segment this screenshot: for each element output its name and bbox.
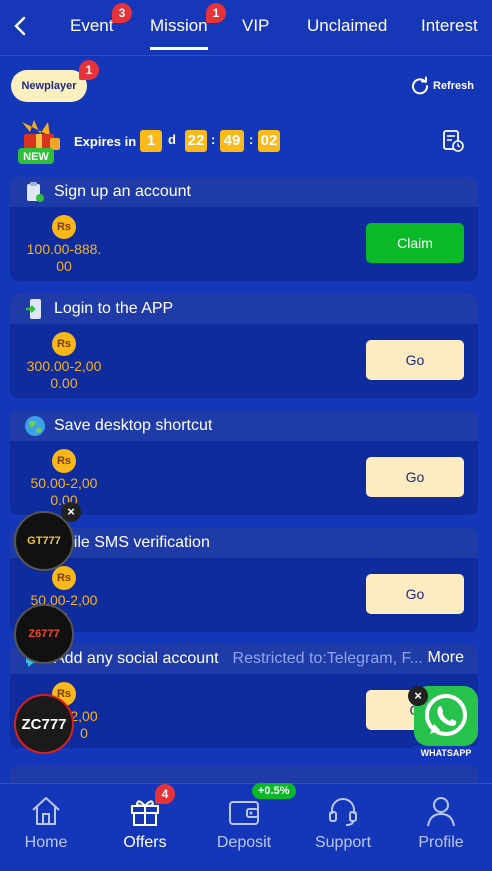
timer-day-unit: d [168,132,176,147]
ad-logo-text: Z6777 [28,628,60,640]
nav-offers-label: Offers [123,834,167,851]
mission-title: Login to the APP [54,300,174,317]
nav-deposit-label: Deposit [216,834,272,851]
mission-card-header: obile SMS verification [10,528,478,558]
clipboard-icon [27,182,44,202]
tab-event-badge: 3 [112,3,132,23]
mission-card-signup: Sign up an account Rs 100.00-888. 00 Cla… [10,177,478,281]
globe-icon [25,416,45,436]
close-whatsapp-button[interactable]: × [408,686,428,706]
reward-amount-line2: 00 [56,258,72,274]
tab-interest-label: Interest [421,16,478,35]
reward-amount-line2: 0.00 [50,375,78,391]
mission-card-desktop-shortcut: Save desktop shortcut Rs 50.00-2,00 0.00… [10,411,478,515]
claim-button[interactable]: Claim [366,223,464,263]
top-tab-bar: Event 3 Mission 1 VIP Unclaimed Interest [0,0,492,56]
mission-card-header: Sign up an account [10,177,478,207]
tab-event[interactable]: Event 3 [70,3,132,36]
nav-offers[interactable]: Offers 4 [105,784,185,852]
go-button[interactable]: Go [366,574,464,614]
mission-card-header: Save desktop shortcut [10,411,478,441]
reward-amount-line1: 100.00-888. [26,241,102,257]
mission-title: Add any social account [54,650,219,667]
timer-sep: : [211,132,216,147]
mission-title: Save desktop shortcut [54,417,213,434]
home-icon [32,797,60,825]
tab-mission-label: Mission [150,16,208,35]
refresh-button[interactable]: Refresh [410,76,474,96]
whatsapp-label: WHATSAPP [420,748,472,758]
gift-box-icon: NEW [18,120,60,164]
timer-sep: : [249,132,254,147]
tab-mission[interactable]: Mission 1 [150,3,226,50]
nav-support[interactable]: Support [303,794,383,852]
go-button[interactable]: Go [366,457,464,497]
mission-card-header: Add any social account Restricted to:Tel… [10,644,478,674]
more-link[interactable]: More [428,649,464,667]
newplayer-label: Newplayer [21,80,77,92]
floating-ad-z6777[interactable]: Z6777 [14,604,74,664]
newplayer-badge: 1 [79,60,99,80]
nav-home-label: Home [24,834,68,851]
tab-mission-badge: 1 [206,3,226,23]
mission-title: obile SMS verification [56,534,210,551]
mission-card-header: Login to the APP [10,294,478,324]
reward-amount: 300.00-2,00 0.00 [20,358,108,392]
nav-deposit[interactable]: Deposit [204,794,284,852]
tab-event-label: Event [70,16,114,35]
mission-card-sms-verification: obile SMS verification Rs 50.00-2,00 0 G… [10,528,478,632]
tab-vip[interactable]: VIP [242,16,269,36]
tab-unclaimed-label: Unclaimed [307,16,388,35]
ad-logo-text: ZC777 [21,715,67,733]
reward-amount-line1: 300.00-2,00 [26,358,102,374]
headset-icon [329,798,357,826]
rupee-coin-icon: Rs [52,332,76,356]
refresh-icon [412,76,429,95]
mission-title: Sign up an account [54,183,191,200]
user-icon [427,797,455,827]
ad-logo-text: GT777 [27,535,61,547]
bottom-navigation: Home Offers 4 Deposit Support Profile [0,783,492,871]
tab-unclaimed[interactable]: Unclaimed [307,16,387,36]
nav-profile-label: Profile [418,834,464,851]
timer-days: 1 [140,130,162,152]
expires-label: Expires in [74,134,137,149]
new-tag-text: NEW [23,151,49,163]
go-button[interactable]: Go [366,340,464,380]
deposit-bonus-badge: +0.5% [252,783,296,799]
nav-offers-badge: 4 [155,784,175,804]
close-ad-button[interactable]: × [61,502,81,522]
newplayer-chip[interactable]: Newplayer 1 [11,60,99,102]
mission-card-login-app: Login to the APP Rs 300.00-2,00 0.00 Go [10,294,478,398]
timer-minutes: 49 [220,130,244,152]
tab-interest[interactable]: Interest [421,16,478,36]
restriction-text: Restricted to:Telegram, F... [232,650,423,667]
back-arrow-icon[interactable] [8,12,32,40]
rupee-coin-icon: Rs [52,566,76,590]
nav-home[interactable]: Home [6,794,86,852]
nav-support-label: Support [314,834,372,851]
timer-hours: 22 [185,130,207,152]
refresh-label: Refresh [433,80,474,92]
floating-ad-zc777[interactable]: ZC777 [14,694,74,754]
wallet-icon [229,801,259,825]
rupee-coin-icon: Rs [52,449,76,473]
history-record-icon[interactable] [442,129,464,153]
phone-login-icon [26,299,41,319]
timer-seconds: 02 [258,130,280,152]
reward-amount-line1: 50.00-2,00 [30,475,98,491]
tab-vip-label: VIP [242,16,270,35]
expiry-timer-row: NEW Expires in 1 d 22 : 49 : 02 [14,118,484,166]
nav-profile[interactable]: Profile [401,794,481,852]
reward-amount: 100.00-888. 00 [20,241,108,275]
rupee-coin-icon: Rs [52,215,76,239]
